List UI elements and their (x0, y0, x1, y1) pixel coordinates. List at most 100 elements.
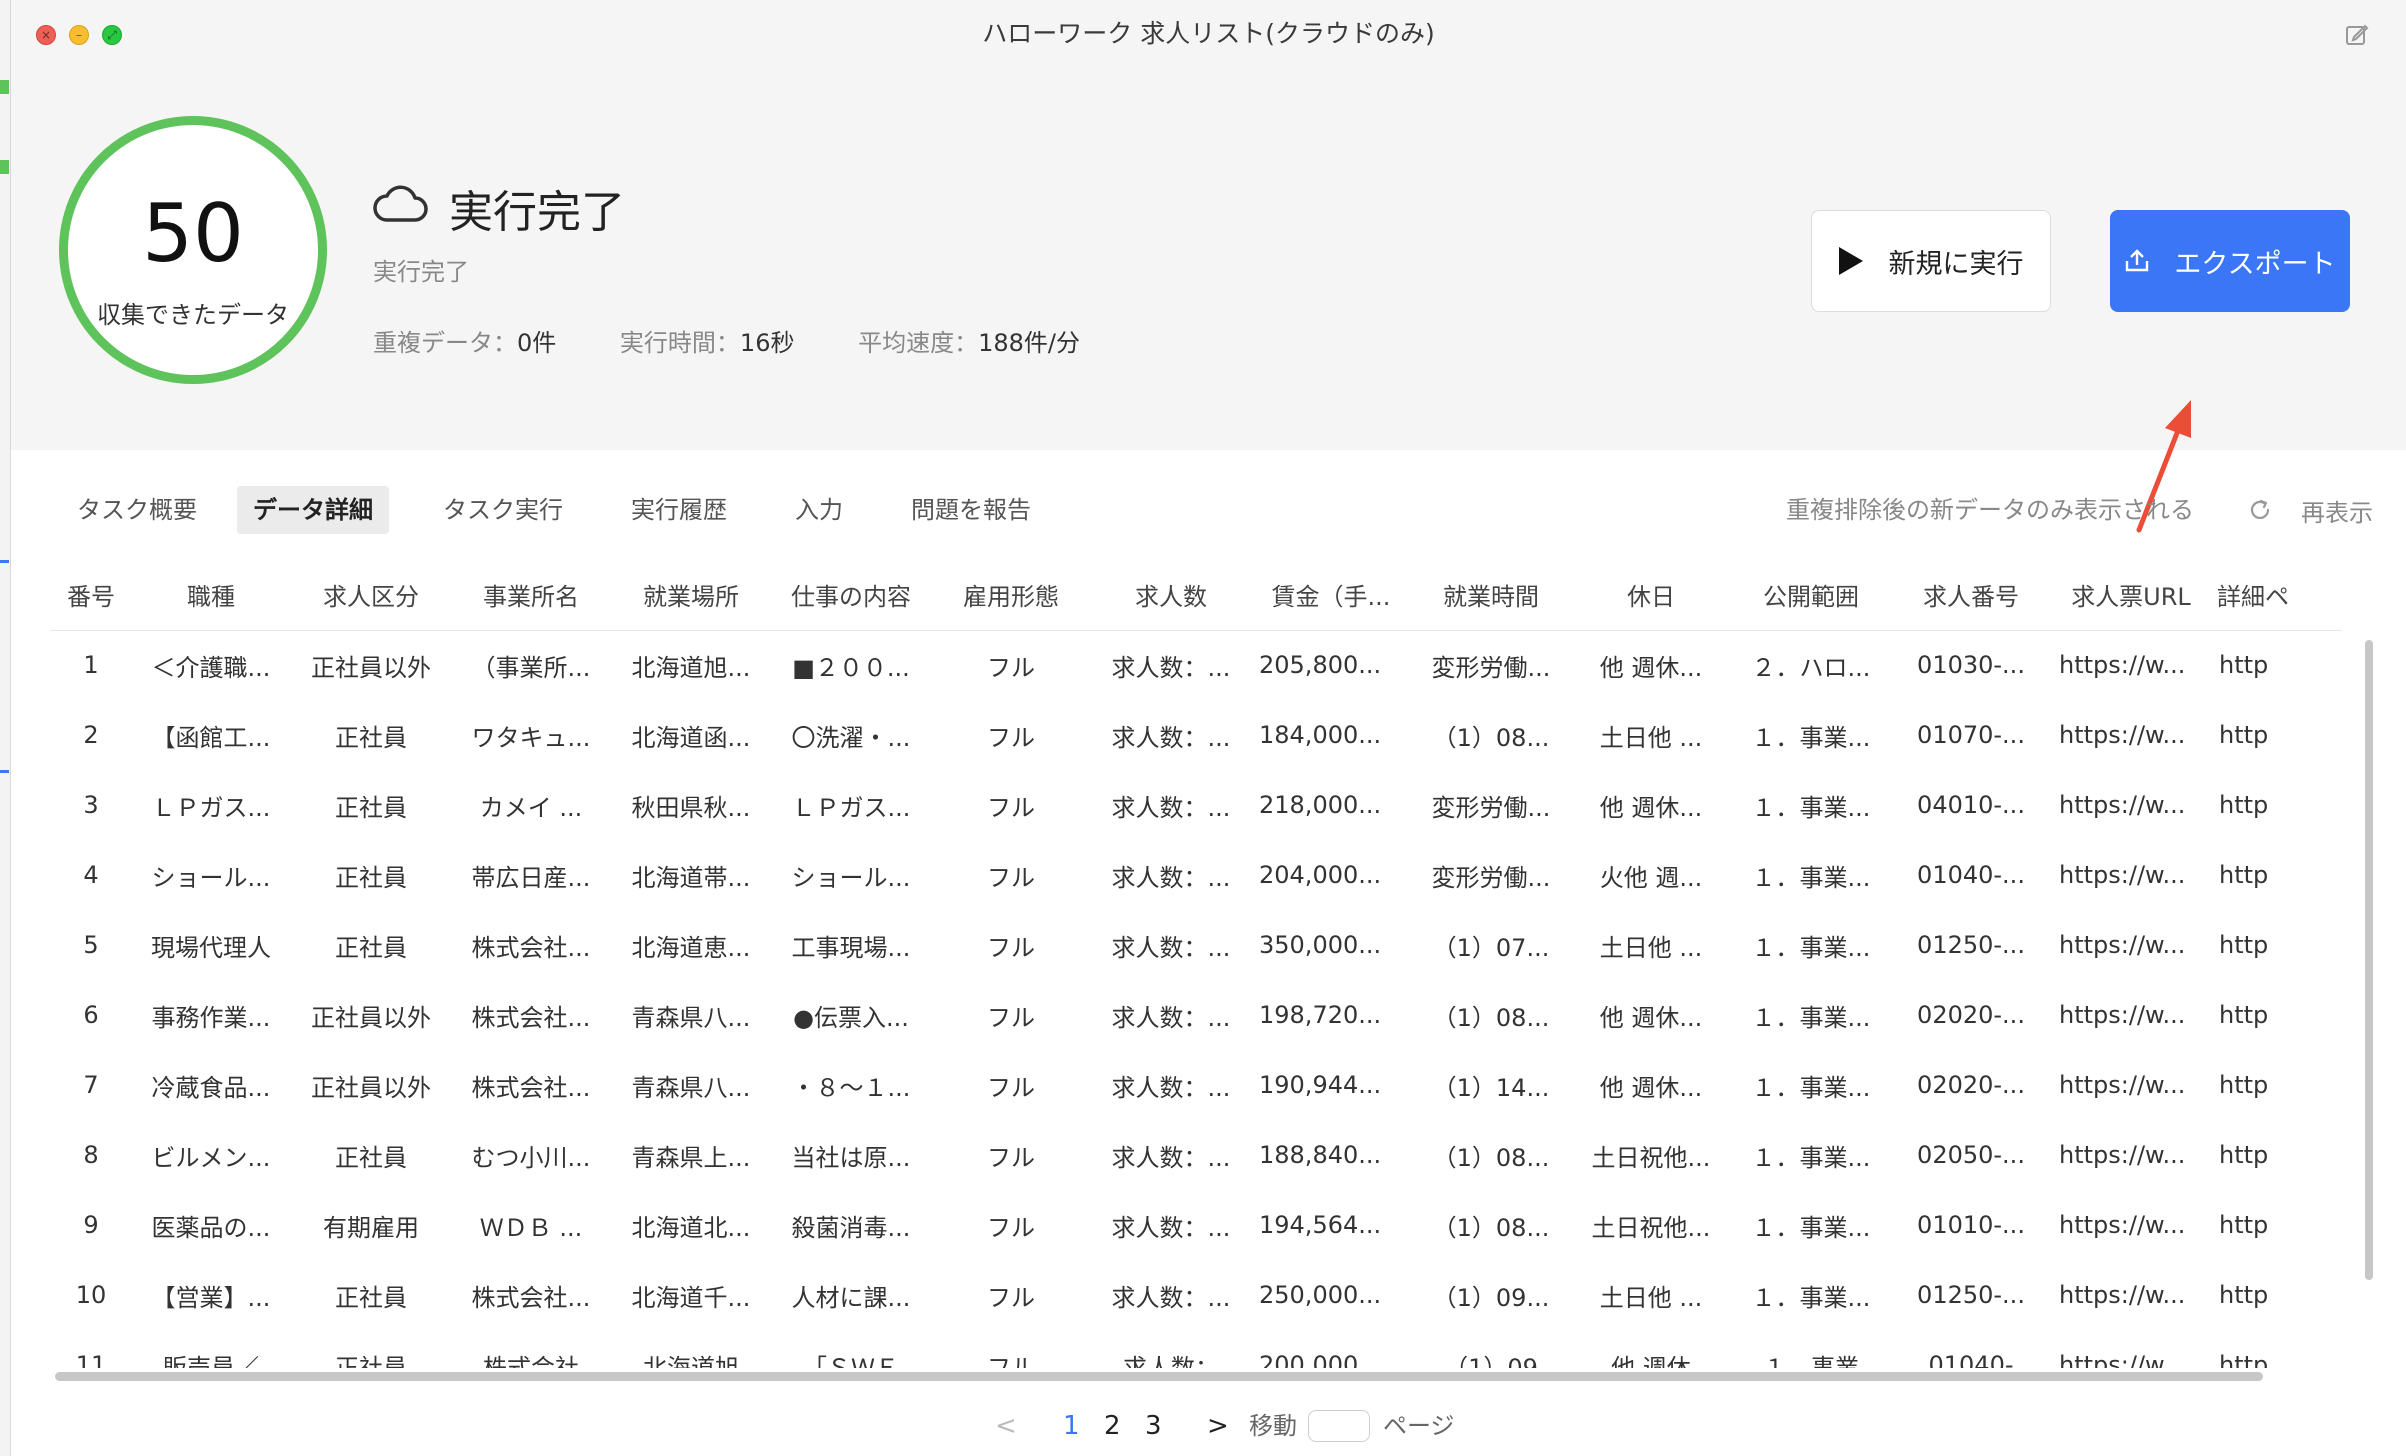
next-page-button[interactable]: > (1207, 1404, 1229, 1448)
column-header[interactable]: 求人票URL (2051, 560, 2211, 631)
table-cell: http (2219, 791, 2269, 819)
horizontal-scrollbar[interactable] (55, 1372, 2263, 1381)
vertical-scrollbar[interactable] (2365, 640, 2373, 1280)
table-cell: ショール... (151, 863, 271, 892)
table-cell: ・８〜１... (791, 1073, 911, 1102)
table-cell: 194,564... (1259, 1211, 1382, 1239)
table-cell: 02050-... (1917, 1141, 2025, 1169)
table-cell: 変形労働... (1431, 863, 1551, 892)
refresh-icon (2250, 499, 2270, 519)
stat-label: 実行時間： (619, 329, 740, 357)
status-subtitle: 実行完了 (373, 258, 469, 286)
column-header[interactable]: 職種 (131, 560, 291, 631)
column-header[interactable]: 事業所名 (451, 560, 611, 631)
goto-page-input[interactable] (1308, 1410, 1370, 1442)
table-row[interactable]: 10 【営業】... 正社員 株式会社... 北海道千... 人材に課... フル 求人数：.… (51, 1260, 2341, 1330)
table-cell: 正社員 (335, 863, 407, 892)
table-cell: 10 (75, 1281, 107, 1309)
table-cell: （1）14... (1432, 1073, 1550, 1102)
table-cell: http (2219, 1071, 2269, 1099)
table-cell: 205,800... (1259, 651, 1382, 680)
table-cell: 青森県八... (631, 1073, 751, 1102)
table-row[interactable]: 11 販売員／ 正社員 株式会社 北海道旭 「ＳＷＥ フル 求人数： 200,000 （1）09 他… (51, 1330, 2341, 1368)
table-cell: 11 (75, 1351, 107, 1368)
table-cell: 秋田県秋... (631, 793, 751, 822)
table-row[interactable]: 3 ＬＰガス... 正社員 カメイ ... 秋田県秋... ＬＰガス... フル 求人数：..… (51, 770, 2341, 840)
table-row[interactable]: 8 ビルメン... 正社員 むつ小川... 青森県上... 当社は原... フル 求人数：..… (51, 1120, 2341, 1190)
table-cell: １．事業... (1751, 863, 1871, 892)
minimize-window-button[interactable]: – (69, 25, 89, 45)
column-header[interactable]: 求人区分 (291, 560, 451, 631)
tab-bar: タスク概要 データ詳細 タスク実行 実行履歴 入力 問題を報告 重複排除後の新デ… (11, 486, 2406, 536)
column-header[interactable]: 賃金（手... (1251, 560, 1411, 631)
table-cell: 5 (83, 931, 99, 959)
column-header[interactable]: 雇用形態 (931, 560, 1091, 631)
zoom-window-button[interactable]: ⤢ (102, 25, 122, 45)
result-summary: 50 収集できたデータ 実行完了 実行完了 重複データ：0件 実行時間：16秒 … (11, 68, 2406, 533)
tab-run-history[interactable]: 実行履歴 (615, 486, 743, 534)
table-row[interactable]: 7 冷蔵食品... 正社員以外 株式会社... 青森県八... ・８〜１... フル 求人数：… (51, 1050, 2341, 1120)
table-cell: http (2219, 1281, 2269, 1309)
table-cell: 他 週休... (1599, 1073, 1703, 1102)
tab-overview[interactable]: タスク概要 (61, 486, 213, 534)
table-cell: 有期雇用 (323, 1213, 419, 1242)
column-header[interactable]: 求人数 (1091, 560, 1251, 631)
page-2-button[interactable]: 2 (1104, 1404, 1121, 1448)
table-cell: ワタキュ... (471, 723, 591, 752)
column-header[interactable]: 詳細ペ (2211, 560, 2341, 631)
run-again-label: 新規に実行 (1888, 248, 2024, 280)
table-cell: フル (987, 1073, 1035, 1102)
page-1-button[interactable]: 1 (1063, 1404, 1080, 1448)
column-header[interactable]: 休日 (1571, 560, 1731, 631)
export-button[interactable]: エクスポート (2110, 210, 2350, 312)
table-row[interactable]: 9 医薬品の... 有期雇用 ＷＤＢ ... 北海道北... 殺菌消毒... フル 求人数：.… (51, 1190, 2341, 1260)
table-cell: 正社員 (335, 1353, 407, 1369)
goto-label: 移動 (1249, 1412, 1297, 1440)
edit-icon[interactable] (2344, 22, 2370, 48)
prev-page-button[interactable]: < (995, 1404, 1017, 1448)
column-header[interactable]: 仕事の内容 (771, 560, 931, 631)
table-row[interactable]: 6 事務作業... 正社員以外 株式会社... 青森県八... ●伝票入... フル 求人数：… (51, 980, 2341, 1050)
table-cell: http (2219, 721, 2269, 749)
table-cell: １．事業... (1751, 723, 1871, 752)
close-icon: × (40, 28, 52, 42)
column-header[interactable]: 就業場所 (611, 560, 771, 631)
tab-task-run[interactable]: タスク実行 (427, 486, 579, 534)
page-3-button[interactable]: 3 (1145, 1404, 1162, 1448)
column-header[interactable]: 公開範囲 (1731, 560, 1891, 631)
close-window-button[interactable]: × (36, 25, 56, 45)
table-row[interactable]: 1 ＜介護職... 正社員以外 （事業所... 北海道旭... ■２００... フル 求人数：… (51, 630, 2341, 700)
table-cell: 求人数：... (1111, 1073, 1231, 1102)
table-cell: １．事業... (1751, 1143, 1871, 1172)
table-cell: 他 週休... (1599, 1003, 1703, 1032)
tab-report-issue[interactable]: 問題を報告 (895, 486, 1047, 534)
table-row[interactable]: 2 【函館工... 正社員 ワタキュ... 北海道函... 〇洗濯・... フル 求人数：..… (51, 700, 2341, 770)
table-cell: 土日他 ... (1599, 933, 1703, 962)
column-header[interactable]: 求人番号 (1891, 560, 2051, 631)
table-cell: 250,000... (1259, 1281, 1382, 1309)
tab-input[interactable]: 入力 (779, 486, 859, 534)
table-cell: 他 週休 (1611, 1353, 1691, 1369)
table-cell: https://w... (2059, 1211, 2186, 1239)
table-cell: 01040- (1928, 1351, 2014, 1368)
table-row[interactable]: 5 現場代理人 正社員 株式会社... 北海道恵... 工事現場... フル 求人数：... 3… (51, 910, 2341, 980)
table-cell: 8 (83, 1141, 99, 1169)
table-cell: 正社員 (335, 933, 407, 962)
data-table-viewport[interactable]: 番号 職種 求人区分 事業所名 就業場所 仕事の内容 雇用形態 求人数 賃金（手... 就業時間休… (51, 560, 2381, 1368)
table-cell: http (2219, 1141, 2269, 1169)
stat-speed: 平均速度：188件/分 (858, 329, 1080, 357)
run-again-button[interactable]: 新規に実行 (1811, 210, 2051, 312)
table-cell: 正社員 (335, 723, 407, 752)
refresh-button[interactable]: 再表示 (2247, 496, 2373, 527)
table-cell: ＬＰガス... (791, 793, 911, 822)
stat-duration: 実行時間：16秒 (620, 329, 795, 357)
column-header[interactable]: 番号 (51, 560, 131, 631)
table-cell: 【函館工... (151, 723, 271, 752)
table-cell: １．事業... (1751, 1073, 1871, 1102)
tab-data-detail[interactable]: データ詳細 (237, 486, 389, 534)
table-cell: 190,944... (1259, 1071, 1382, 1099)
table-cell: ＷＤＢ ... (479, 1213, 583, 1242)
table-cell: 求人数：... (1111, 933, 1231, 962)
column-header[interactable]: 就業時間 (1411, 560, 1571, 631)
table-row[interactable]: 4 ショール... 正社員 帯広日産... 北海道帯... ショール... フル 求人数：..… (51, 840, 2341, 910)
